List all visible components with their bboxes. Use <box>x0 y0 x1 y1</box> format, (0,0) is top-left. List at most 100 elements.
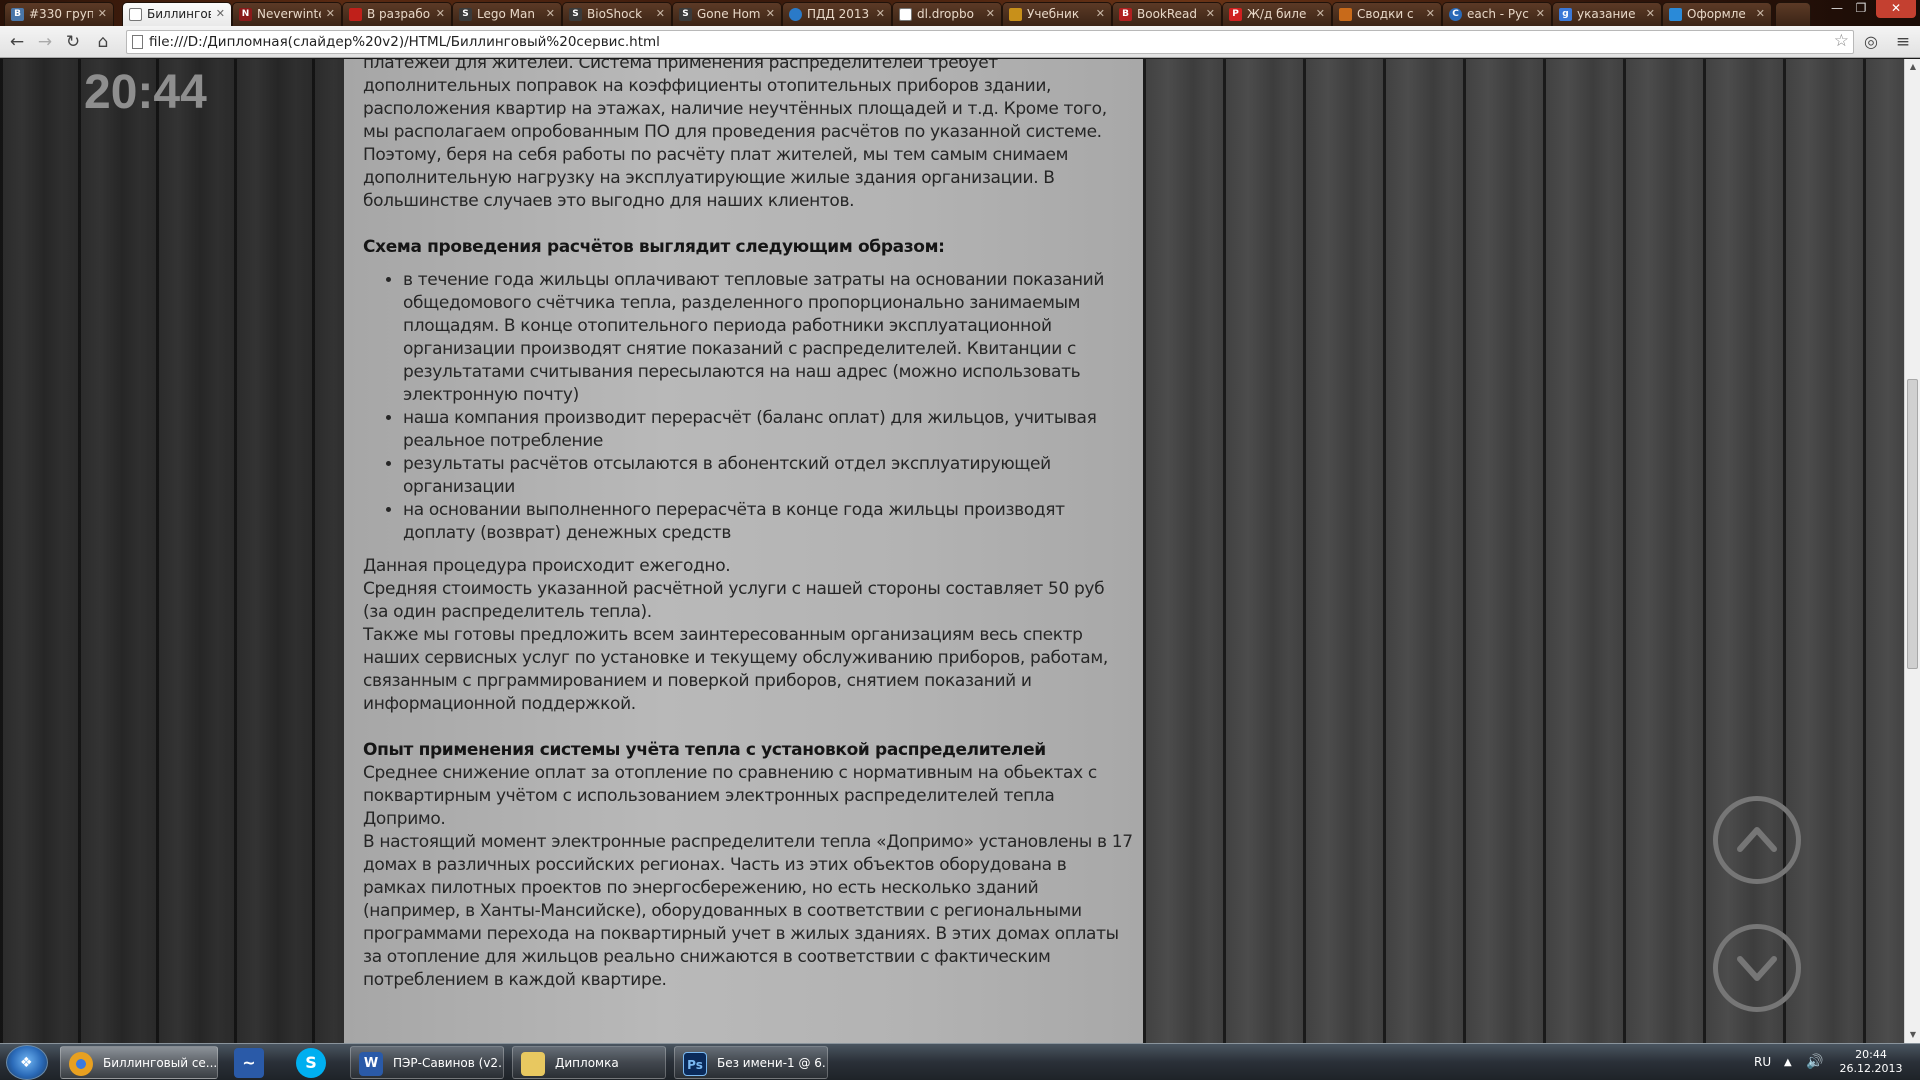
page-clock: 20:44 <box>84 66 207 119</box>
scroll-arrow-up-icon[interactable]: ▲ <box>1905 59 1920 75</box>
system-clock[interactable]: 20:44 26.12.2013 <box>1836 1048 1906 1076</box>
tab-label: Gone Hom <box>697 7 761 21</box>
taskbar-item-photoshop[interactable]: Ps Без имени-1 @ 6... <box>674 1046 828 1079</box>
tab-neverwinter[interactable]: N Neverwinter ✕ <box>232 2 342 26</box>
scroll-up-button[interactable] <box>1713 796 1801 884</box>
tab-label: Учебник <box>1027 7 1080 21</box>
tab-gone-home[interactable]: S Gone Hom ✕ <box>672 2 782 26</box>
tab-vk[interactable]: В #330 групп ✕ <box>4 2 114 26</box>
address-bar[interactable]: file:///D:/Дипломная(слайдер%20v2)/HTML/… <box>126 30 1854 54</box>
taskbar-item-label: Без имени-1 @ 6... <box>717 1056 828 1070</box>
browser-toolbar: ← → ↻ ⌂ file:///D:/Дипломная(слайдер%20v… <box>0 26 1920 58</box>
tab-billing[interactable]: Биллингов ✕ <box>122 2 232 26</box>
tab-dropbox[interactable]: dl.dropbo ✕ <box>892 2 1002 26</box>
scroll-thumb[interactable] <box>1907 379 1918 669</box>
tab-in-development[interactable]: В разрабо ✕ <box>342 2 452 26</box>
close-icon[interactable]: ✕ <box>1096 3 1105 25</box>
folder-icon <box>521 1052 545 1076</box>
tab-label: Lego Man <box>477 7 535 21</box>
minimize-icon[interactable]: — <box>1826 0 1848 18</box>
language-indicator[interactable]: RU <box>1754 1044 1771 1080</box>
clock-time: 20:44 <box>1855 1048 1887 1061</box>
scroll-down-button[interactable] <box>1713 924 1801 1012</box>
close-icon[interactable]: ✕ <box>98 3 107 25</box>
tab-textbook[interactable]: Учебник ✕ <box>1002 2 1112 26</box>
list-item: наша компания производит перерасчёт (бал… <box>403 407 1133 453</box>
close-icon[interactable]: ✕ <box>216 3 225 25</box>
tab-design[interactable]: Оформле ✕ <box>1662 2 1772 26</box>
photoshop-icon: Ps <box>683 1052 707 1076</box>
globe-icon <box>789 8 802 21</box>
steam-icon: S <box>459 8 472 21</box>
installations-text: В настоящий момент электронные распредел… <box>363 832 1133 990</box>
chevron-down-icon <box>1737 956 1777 981</box>
tray-expand-icon[interactable]: ▲ <box>1784 1044 1792 1080</box>
taskbar-item-chrome[interactable]: Биллинговый се... <box>60 1046 218 1079</box>
close-icon[interactable]: ✕ <box>766 3 775 25</box>
tab-strip: В #330 групп ✕ Биллингов ✕ N Neverwinter… <box>0 0 1920 26</box>
tab-label: Сводки с <box>1357 7 1414 21</box>
tab-pdd[interactable]: ПДД 2013 ✕ <box>782 2 892 26</box>
taskbar-item-word[interactable]: W ПЭР-Савинов (v2... <box>350 1046 504 1079</box>
tab-bioshock[interactable]: S BioShock ✕ <box>562 2 672 26</box>
word-icon: W <box>359 1052 383 1076</box>
close-icon[interactable]: ✕ <box>1206 3 1215 25</box>
price-text: Средняя стоимость указанной расчётной ус… <box>363 579 1105 622</box>
start-button[interactable]: ❖ <box>6 1045 48 1080</box>
close-icon[interactable]: ✕ <box>1646 3 1655 25</box>
volume-icon[interactable]: 🔊 <box>1806 1044 1823 1080</box>
page-icon <box>899 8 912 21</box>
restore-icon[interactable]: ❐ <box>1850 0 1872 18</box>
page-scrollbar[interactable]: ▲ ▼ <box>1904 59 1920 1043</box>
taskbar: ❖ Биллинговый се... ~ S W ПЭР-Савинов (v… <box>0 1043 1920 1080</box>
close-icon[interactable]: ✕ <box>1426 3 1435 25</box>
tab-label: Биллингов <box>147 7 211 21</box>
close-icon[interactable]: ✕ <box>326 3 335 25</box>
menu-icon[interactable]: ≡ <box>1892 31 1914 53</box>
list-item: на основании выполненного перерасчёта в … <box>403 499 1133 545</box>
taskbar-item-folder[interactable]: Дипломка <box>512 1046 666 1079</box>
extension-icon[interactable]: ◎ <box>1860 31 1882 53</box>
chevron-up-icon <box>1737 827 1777 852</box>
close-window-icon[interactable]: ✕ <box>1876 0 1916 18</box>
close-icon[interactable]: ✕ <box>656 3 665 25</box>
url-text[interactable]: file:///D:/Дипломная(слайдер%20v2)/HTML/… <box>149 34 660 50</box>
bookread-icon: B <box>1119 8 1132 21</box>
close-icon[interactable]: ✕ <box>546 3 555 25</box>
article: платежей для жителей. Система применения… <box>363 59 1133 992</box>
tab-rail-tickets[interactable]: Р Ж/д биле ✕ <box>1222 2 1332 26</box>
experience-heading: Опыт применения системы учёта тепла с ус… <box>363 740 1046 760</box>
back-icon[interactable]: ← <box>6 31 28 53</box>
tab-bookread[interactable]: B BookRead ✕ <box>1112 2 1222 26</box>
bookmark-star-icon[interactable]: ☆ <box>1834 31 1849 51</box>
reload-icon[interactable]: ↻ <box>62 31 84 53</box>
close-icon[interactable]: ✕ <box>1536 3 1545 25</box>
tab-lego-man[interactable]: S Lego Man ✕ <box>452 2 562 26</box>
steam-icon: S <box>569 8 582 21</box>
close-icon[interactable]: ✕ <box>876 3 885 25</box>
scroll-arrow-down-icon[interactable]: ▼ <box>1905 1027 1920 1043</box>
close-icon[interactable]: ✕ <box>1316 3 1325 25</box>
tab-google[interactable]: g указание ✕ <box>1552 2 1662 26</box>
taskbar-item-skype[interactable]: S <box>296 1048 326 1078</box>
wood-background <box>1143 59 1904 1043</box>
content-panel: платежей для жителей. Система применения… <box>344 59 1143 1043</box>
close-icon[interactable]: ✕ <box>1756 3 1765 25</box>
tab-label: Ж/д биле <box>1247 7 1307 21</box>
close-icon[interactable]: ✕ <box>436 3 445 25</box>
new-tab-button[interactable] <box>1775 2 1811 26</box>
news-icon <box>1339 8 1352 21</box>
forward-icon[interactable]: → <box>34 31 56 53</box>
tab-label: each - Рус <box>1467 7 1529 21</box>
home-icon[interactable]: ⌂ <box>92 31 114 53</box>
tab-label: ПДД 2013 <box>807 7 870 21</box>
flag-icon <box>349 8 362 21</box>
procedure-text: Данная процедура происходит ежегодно. <box>363 556 731 576</box>
tab-news[interactable]: Сводки с ✕ <box>1332 2 1442 26</box>
tab-dictionary[interactable]: C each - Рус ✕ <box>1442 2 1552 26</box>
page-icon <box>129 8 142 21</box>
scheme-list: в течение года жильцы оплачивают тепловы… <box>403 269 1133 545</box>
close-icon[interactable]: ✕ <box>986 3 995 25</box>
tab-label: указание <box>1577 7 1636 21</box>
taskbar-item-app[interactable]: ~ <box>234 1048 264 1078</box>
